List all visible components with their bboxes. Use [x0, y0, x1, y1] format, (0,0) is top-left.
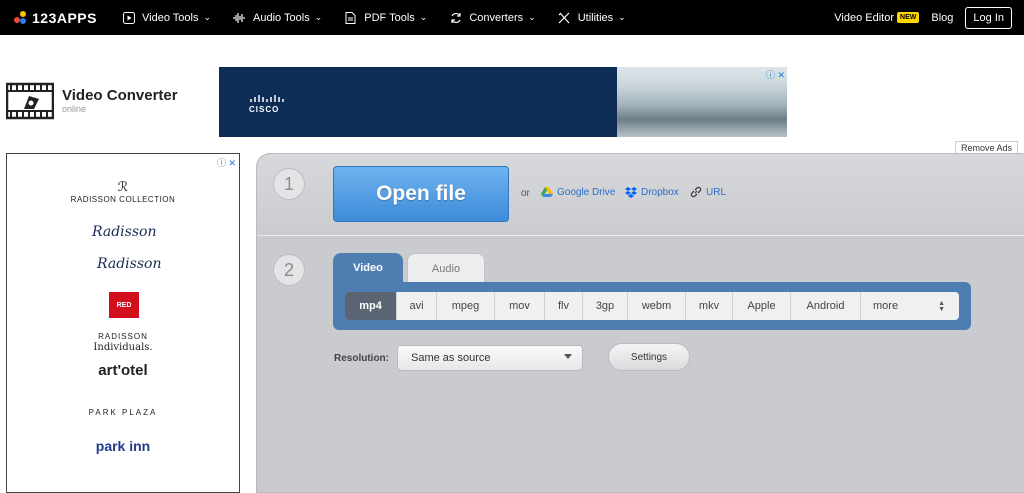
app-brand[interactable]: Video Converter online: [6, 82, 178, 120]
format-apple[interactable]: Apple: [733, 292, 791, 320]
nav-audio-tools[interactable]: Audio Tools ⌄: [233, 11, 322, 24]
refresh-icon: [449, 11, 462, 24]
ad-brand-logo: art'otel: [98, 362, 148, 379]
up-down-arrows-icon: ▲ ▼: [938, 300, 945, 313]
login-button[interactable]: Log In: [965, 6, 1012, 29]
ad-brand-logo: RADISSON: [98, 332, 148, 341]
settings-button[interactable]: Settings: [608, 343, 690, 371]
app-title: Video Converter: [62, 87, 178, 104]
google-drive-icon: [541, 187, 553, 197]
nav-converters[interactable]: Converters ⌄: [449, 11, 536, 24]
link-icon: [690, 186, 702, 198]
google-drive-link[interactable]: Google Drive: [541, 186, 615, 198]
caret-down-icon: [564, 354, 572, 359]
main-nav: Video Tools ⌄ Audio Tools ⌄ PDF Tools ⌄ …: [122, 11, 648, 24]
nav-pdf-tools[interactable]: PDF Tools ⌄: [344, 11, 427, 24]
format-3gp[interactable]: 3gp: [583, 292, 628, 320]
top-navbar: 123APPS Video Tools ⌄ Audio Tools ⌄ PDF …: [0, 0, 1024, 35]
chevron-down-icon: ⌄: [314, 12, 323, 22]
format-mp4[interactable]: mp4: [345, 292, 397, 320]
ad-brand-logo: Radisson: [92, 224, 157, 240]
step-number: 1: [273, 168, 305, 200]
format-list: mp4 avi mpeg mov flv 3gp webm mkv Apple …: [345, 292, 959, 320]
ad-choices-icon[interactable]: ⓘ ✕: [217, 156, 236, 169]
ad-brand-logo: RED: [109, 292, 139, 318]
format-mov[interactable]: mov: [495, 292, 545, 320]
nav-video-tools[interactable]: Video Tools ⌄: [122, 11, 211, 24]
nav-label: PDF Tools: [364, 11, 415, 24]
nav-utilities[interactable]: Utilities ⌄: [558, 11, 626, 24]
format-mkv[interactable]: mkv: [686, 292, 733, 320]
ad-brand-logo: park inn: [95, 438, 151, 454]
blog-link[interactable]: Blog: [931, 12, 953, 24]
chevron-down-icon: ⌄: [528, 12, 536, 22]
app-subtitle: online: [62, 104, 87, 114]
resolution-label: Resolution:: [334, 353, 389, 364]
format-webm[interactable]: webm: [628, 292, 686, 320]
chevron-down-icon: ⌄: [618, 12, 626, 22]
side-ad[interactable]: ⓘ ✕ ℛ RADISSON COLLECTION Radisson Radis…: [6, 153, 240, 493]
document-icon: [344, 11, 357, 24]
dropbox-icon: [625, 187, 637, 198]
tools-icon: [558, 11, 571, 24]
waveform-icon: [233, 11, 246, 24]
logo-icon: [14, 10, 28, 25]
format-selector: mp4 avi mpeg mov flv 3gp webm mkv Apple …: [333, 282, 971, 330]
resolution-select[interactable]: Same as source: [397, 345, 583, 371]
or-label: or: [521, 188, 530, 199]
ad-brand-logo: Radisson: [97, 256, 162, 272]
new-badge: NEW: [897, 12, 920, 23]
nav-label: Audio Tools: [253, 11, 310, 24]
format-android[interactable]: Android: [791, 292, 861, 320]
ad-brand-logo: PARK PLAZA: [88, 408, 158, 417]
step-open-file: 1 Open file or Google Drive Dropbox URL: [257, 154, 1024, 236]
ad-brand-logo: ℛ RADISSON COLLECTION: [70, 180, 176, 204]
logo-text: 123APPS: [32, 9, 97, 26]
url-link[interactable]: URL: [690, 186, 726, 198]
ad-banner[interactable]: CISCO ⓘ ✕: [219, 67, 787, 137]
dropbox-link[interactable]: Dropbox: [625, 186, 679, 198]
format-flv[interactable]: flv: [545, 292, 583, 320]
ad-brand-logo: Individuals.: [93, 342, 153, 353]
video-converter-icon: [6, 82, 54, 120]
ad-photo: [617, 67, 787, 137]
tab-video[interactable]: Video: [333, 253, 403, 283]
play-icon: [122, 11, 135, 24]
advertiser-logo: CISCO: [249, 95, 285, 114]
converter-panel: 1 Open file or Google Drive Dropbox URL …: [256, 153, 1024, 493]
tab-audio[interactable]: Audio: [407, 253, 485, 283]
ad-choices-icon[interactable]: ⓘ ✕: [766, 68, 785, 81]
nav-label: Video Tools: [142, 11, 199, 24]
format-avi[interactable]: avi: [397, 292, 437, 320]
video-editor-link[interactable]: Video Editor: [834, 12, 894, 24]
chevron-down-icon: ⌄: [419, 12, 428, 22]
format-more-dropdown[interactable]: more ▲ ▼: [861, 292, 959, 320]
nav-label: Converters: [469, 11, 524, 24]
chevron-down-icon: ⌄: [203, 12, 212, 22]
step-number: 2: [273, 254, 305, 286]
right-nav: Video Editor NEW Blog Log In: [834, 0, 1012, 35]
format-mpeg[interactable]: mpeg: [437, 292, 495, 320]
nav-label: Utilities: [577, 11, 614, 24]
open-file-button[interactable]: Open file: [333, 166, 509, 222]
logo[interactable]: 123APPS: [14, 10, 114, 26]
